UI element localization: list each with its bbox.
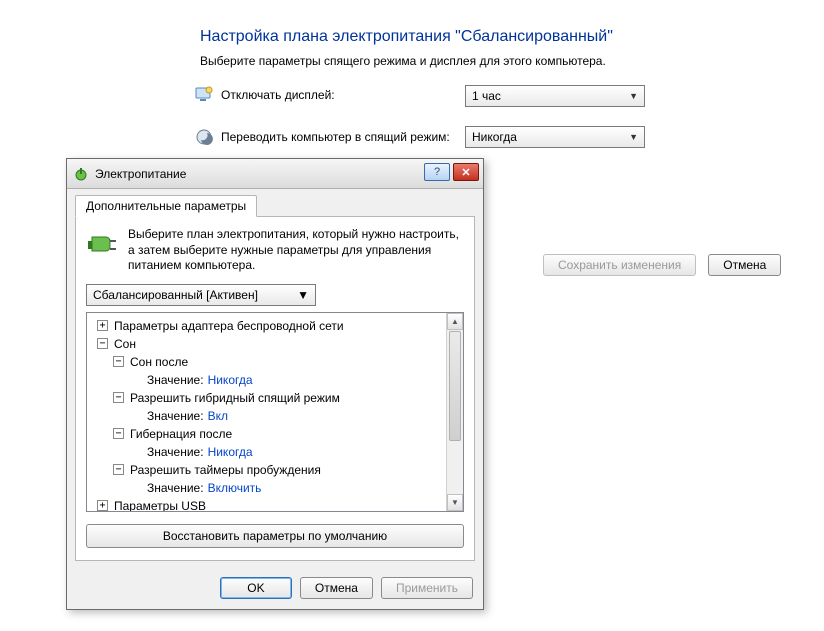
tree-item-sleep[interactable]: − Сон xyxy=(91,335,463,353)
tree-value-wake-timers[interactable]: Значение: Включить xyxy=(91,479,463,497)
close-button[interactable]: ✕ xyxy=(453,163,479,181)
tree-value-sleep-after[interactable]: Значение: Никогда xyxy=(91,371,463,389)
chevron-down-icon: ▼ xyxy=(629,91,638,101)
tree-value-hibernate[interactable]: Значение: Никогда xyxy=(91,443,463,461)
page-action-buttons: Сохранить изменения Отмена xyxy=(543,254,781,276)
chevron-down-icon: ▼ xyxy=(297,288,309,302)
dialog-intro: Выберите план электропитания, который ну… xyxy=(86,227,464,274)
apply-button[interactable]: Применить xyxy=(381,577,473,599)
tree-item-hibernate[interactable]: − Гибернация после xyxy=(91,425,463,443)
page-subtitle: Выберите параметры спящего режима и дисп… xyxy=(200,54,606,68)
collapse-icon[interactable]: − xyxy=(113,464,124,475)
dialog-cancel-button[interactable]: Отмена xyxy=(300,577,373,599)
battery-plug-icon xyxy=(86,227,118,259)
monitor-icon xyxy=(195,86,213,104)
tree-item-hybrid[interactable]: − Разрешить гибридный спящий режим xyxy=(91,389,463,407)
tree-item-wake-timers[interactable]: − Разрешить таймеры пробуждения xyxy=(91,461,463,479)
setting-row-sleep: Переводить компьютер в спящий режим: xyxy=(195,128,450,146)
sleep-label: Переводить компьютер в спящий режим: xyxy=(221,130,450,144)
setting-row-display: Отключать дисплей: xyxy=(195,86,335,104)
titlebar-buttons: ? ✕ xyxy=(424,163,479,181)
page-title: Настройка плана электропитания "Сбаланси… xyxy=(200,28,613,46)
help-button[interactable]: ? xyxy=(424,163,450,181)
tree-item-sleep-after[interactable]: − Сон после xyxy=(91,353,463,371)
dialog-action-buttons: OK Отмена Применить xyxy=(67,571,483,609)
expand-icon[interactable]: + xyxy=(97,500,108,511)
display-off-dropdown[interactable]: 1 час ▼ xyxy=(465,85,645,107)
power-icon xyxy=(73,166,89,182)
expand-icon[interactable]: + xyxy=(97,320,108,331)
sleep-value: Никогда xyxy=(472,130,517,144)
moon-icon xyxy=(195,128,213,146)
settings-tree: + Параметры адаптера беспроводной сети −… xyxy=(86,312,464,512)
scroll-thumb[interactable] xyxy=(449,331,461,441)
cancel-button[interactable]: Отмена xyxy=(708,254,781,276)
dialog-intro-text: Выберите план электропитания, который ну… xyxy=(128,227,464,274)
display-off-label: Отключать дисплей: xyxy=(221,88,335,102)
chevron-down-icon: ▼ xyxy=(629,132,638,142)
plan-selected-value: Сбалансированный [Активен] xyxy=(93,288,258,302)
power-options-dialog: Электропитание ? ✕ Дополнительные параме… xyxy=(66,158,484,610)
plan-select-dropdown[interactable]: Сбалансированный [Активен] ▼ xyxy=(86,284,316,306)
dialog-title: Электропитание xyxy=(95,167,186,181)
collapse-icon[interactable]: − xyxy=(97,338,108,349)
sleep-dropdown[interactable]: Никогда ▼ xyxy=(465,126,645,148)
tree-value-hybrid[interactable]: Значение: Вкл xyxy=(91,407,463,425)
restore-defaults-button[interactable]: Восстановить параметры по умолчанию xyxy=(86,524,464,548)
collapse-icon[interactable]: − xyxy=(113,356,124,367)
tree-scrollbar[interactable]: ▲ ▼ xyxy=(446,313,463,511)
save-button[interactable]: Сохранить изменения xyxy=(543,254,696,276)
scroll-down-icon[interactable]: ▼ xyxy=(447,494,463,511)
collapse-icon[interactable]: − xyxy=(113,428,124,439)
ok-button[interactable]: OK xyxy=(220,577,292,599)
scroll-up-icon[interactable]: ▲ xyxy=(447,313,463,330)
tree-item-usb[interactable]: + Параметры USB xyxy=(91,497,463,512)
display-off-value: 1 час xyxy=(472,89,501,103)
collapse-icon[interactable]: − xyxy=(113,392,124,403)
dialog-titlebar[interactable]: Электропитание ? ✕ xyxy=(67,159,483,189)
tree-item-wireless[interactable]: + Параметры адаптера беспроводной сети xyxy=(91,317,463,335)
tab-body: Выберите план электропитания, который ну… xyxy=(75,216,475,561)
tab-advanced[interactable]: Дополнительные параметры xyxy=(75,195,257,217)
